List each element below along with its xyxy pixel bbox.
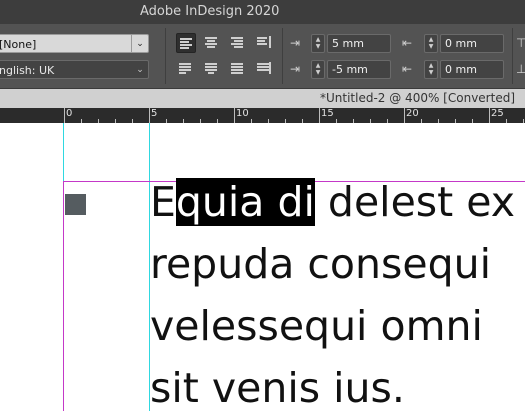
align-center-button[interactable] xyxy=(202,33,222,53)
left-indent-stepper[interactable]: ▲ ▼ xyxy=(311,34,325,53)
chevron-down-icon: ⌄ xyxy=(131,35,148,52)
character-style-dropdown[interactable]: [None] ⌄ xyxy=(0,34,149,53)
ruler-tick xyxy=(149,108,150,123)
text-line: repuda consequi xyxy=(150,240,491,288)
right-indent-field[interactable]: 0 mm xyxy=(440,34,504,53)
align-towards-spine-button[interactable] xyxy=(254,33,274,53)
document-canvas[interactable]: Equia di delest ex repuda consequi veles… xyxy=(0,123,525,411)
text-run: delest ex xyxy=(314,178,516,226)
right-indent-icon: ⇤ xyxy=(402,36,413,50)
right-indent-stepper[interactable]: ▲ ▼ xyxy=(424,34,438,53)
justify-all-button[interactable] xyxy=(228,59,248,79)
justify-left-button[interactable] xyxy=(176,59,196,79)
last-line-indent-stepper[interactable]: ▲ ▼ xyxy=(424,60,438,79)
separator xyxy=(512,28,513,84)
document-tab-title[interactable]: *Untitled-2 @ 400% [Converted] xyxy=(320,89,515,108)
space-after-icon[interactable]: ⊥ xyxy=(516,62,525,76)
ruler-tick xyxy=(319,108,320,123)
ruler-tick xyxy=(64,108,65,123)
first-line-indent-icon: ⇥ xyxy=(290,62,301,76)
document-tab-bar: *Untitled-2 @ 400% [Converted] xyxy=(0,89,525,109)
left-indent-icon: ⇥ xyxy=(290,36,301,50)
control-panel: [None] ⌄ nglish: UK ⌄ ⇥ ▲ ▼ 5 mm ⇥ ▲ ▼ -5 … xyxy=(0,24,525,89)
bullet-square xyxy=(65,194,86,215)
language-dropdown[interactable]: nglish: UK ⌄ xyxy=(0,60,149,79)
text-run: E xyxy=(150,178,176,226)
left-indent-field[interactable]: 5 mm xyxy=(327,34,391,53)
ruler-label: 20 xyxy=(406,108,419,119)
align-left-button[interactable] xyxy=(176,33,196,53)
separator xyxy=(165,28,166,84)
ruler-label: 0 xyxy=(66,108,73,119)
language-value: nglish: UK xyxy=(0,64,55,77)
first-line-indent-stepper[interactable]: ▲ ▼ xyxy=(311,60,325,79)
selected-text[interactable]: quia di xyxy=(175,178,315,226)
text-line: sit venis ius. xyxy=(150,364,405,411)
ruler-label: 25 xyxy=(491,108,504,119)
ruler-tick xyxy=(234,108,235,123)
justify-center-button[interactable] xyxy=(202,59,222,79)
ruler-label: 10 xyxy=(236,108,249,119)
align-away-spine-button[interactable] xyxy=(254,59,274,79)
text-line: Equia di delest ex xyxy=(150,171,525,233)
margin-guide-left xyxy=(63,181,64,411)
ruler-tick xyxy=(404,108,405,123)
ruler-label: 15 xyxy=(321,108,334,119)
first-line-indent-field[interactable]: -5 mm xyxy=(327,60,391,79)
app-title: Adobe InDesign 2020 xyxy=(140,4,280,19)
separator xyxy=(282,28,283,84)
space-before-icon[interactable]: ⊤ xyxy=(516,36,525,50)
character-style-value: [None] xyxy=(0,38,37,51)
text-line: velessequi omni xyxy=(150,302,483,350)
chevron-down-icon: ⌄ xyxy=(136,65,144,75)
ruler-label: 5 xyxy=(151,108,158,119)
last-line-indent-icon: ⇤ xyxy=(402,62,413,76)
text-frame[interactable]: Equia di delest ex repuda consequi veles… xyxy=(150,171,525,411)
horizontal-ruler[interactable]: 0 5 10 15 20 25 xyxy=(0,108,525,123)
last-line-indent-field[interactable]: 0 mm xyxy=(440,60,504,79)
ruler-tick xyxy=(489,108,490,123)
align-right-button[interactable] xyxy=(228,33,248,53)
title-bar: Adobe InDesign 2020 xyxy=(0,0,525,24)
